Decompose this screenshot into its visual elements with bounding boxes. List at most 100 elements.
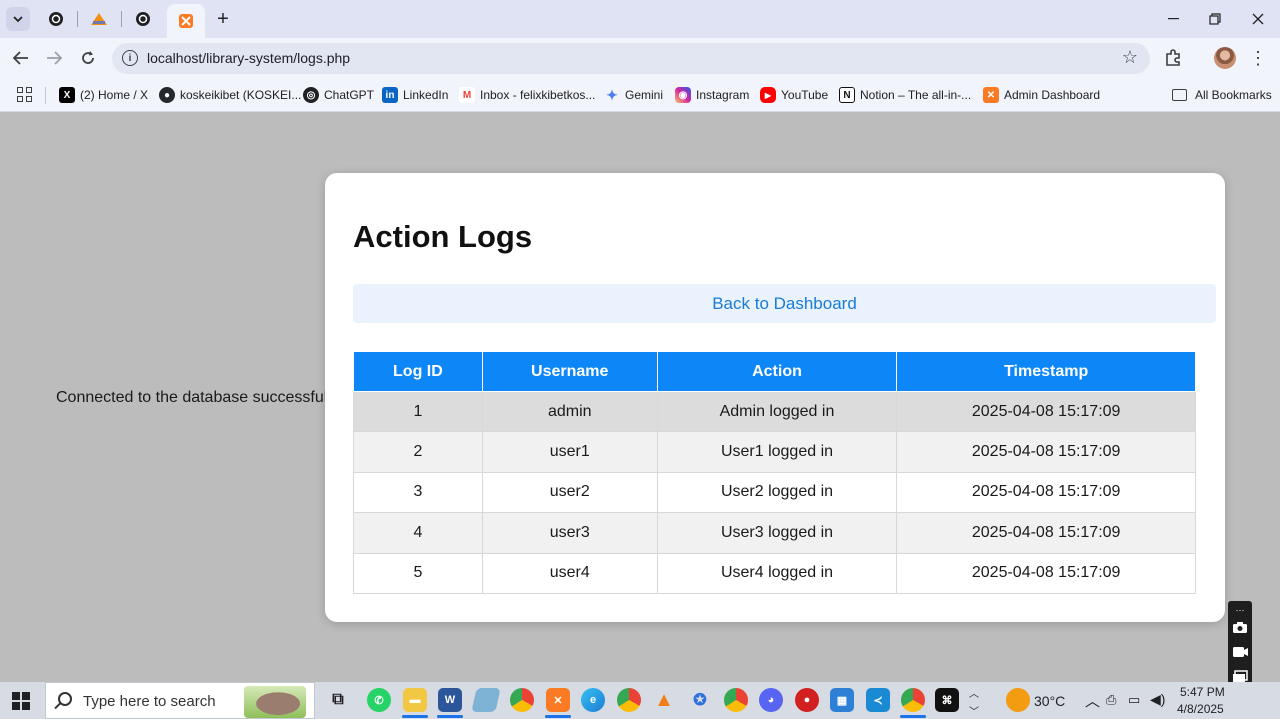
recorder-icon[interactable]: ● — [795, 688, 819, 712]
github-icon: ● — [159, 87, 175, 103]
gemini-icon: ✦ — [606, 86, 618, 103]
youtube-icon: ▶ — [760, 87, 776, 103]
bookmark-star-icon[interactable]: ☆ — [1122, 47, 1138, 68]
bookmark-gemini[interactable]: ✦ Gemini — [604, 85, 663, 105]
forward-button[interactable] — [43, 47, 65, 69]
arrow-left-icon — [13, 51, 28, 65]
minimize-button[interactable] — [1158, 6, 1188, 32]
bookmark-instagram[interactable]: ◉ Instagram — [675, 85, 749, 105]
cell-username: user4 — [481, 552, 658, 594]
chrome-icon[interactable] — [510, 688, 534, 712]
video-icon[interactable] — [1231, 643, 1249, 661]
tab-search-button[interactable] — [6, 7, 30, 31]
xampp-icon: ✕ — [983, 87, 999, 103]
vscode-icon[interactable]: ≺ — [866, 688, 890, 712]
tab-active-xampp[interactable] — [167, 4, 205, 38]
extensions-button[interactable] — [1164, 47, 1186, 69]
tab-chatgpt-1[interactable] — [46, 9, 66, 29]
bookmark-label: Notion – The all-in-... — [860, 88, 972, 102]
vlc-icon[interactable]: ▲ — [652, 688, 676, 712]
camera-icon[interactable] — [1231, 618, 1249, 636]
table-row: 5 user4 User4 logged in 2025-04-08 15:17… — [353, 552, 1196, 594]
notion-icon: N — [839, 87, 855, 103]
more-icon[interactable]: ⋯ — [1231, 601, 1249, 619]
column-header: Action — [656, 351, 898, 392]
cell-timestamp: 2025-04-08 15:17:09 — [896, 390, 1196, 433]
bookmark-x-home[interactable]: X (2) Home / X — [59, 85, 148, 105]
weather-temperature[interactable]: 30°C — [1034, 693, 1065, 709]
running-indicator — [545, 715, 571, 718]
back-button[interactable] — [10, 47, 32, 69]
notes-app-icon[interactable] — [471, 688, 501, 712]
bookmark-label: Admin Dashboard — [1004, 88, 1101, 102]
file-explorer-icon[interactable]: ▬ — [403, 688, 427, 712]
bookmark-label: Gemini — [625, 88, 664, 102]
close-window-button[interactable] — [1243, 6, 1273, 32]
volume-icon[interactable]: ◀) — [1150, 691, 1165, 708]
db-connection-message: Connected to the database successfully! — [56, 389, 344, 406]
back-to-dashboard-link[interactable]: Back to Dashboard — [353, 284, 1216, 323]
windows-start-icon[interactable] — [12, 692, 30, 710]
puzzle-icon — [1166, 49, 1180, 66]
tab-chatgpt-2[interactable] — [133, 9, 153, 29]
xampp-icon[interactable]: ✕ — [546, 688, 570, 712]
taskbar-search-placeholder[interactable]: Type here to search — [83, 693, 216, 710]
task-view-icon[interactable]: ⧉ — [326, 688, 350, 712]
running-indicator — [402, 715, 428, 718]
whatsapp-icon[interactable]: ✆ — [367, 688, 391, 712]
word-icon[interactable]: W — [438, 688, 462, 712]
bookmark-admin-dashboard[interactable]: ✕ Admin Dashboard — [983, 85, 1100, 105]
profile-avatar[interactable] — [1214, 47, 1236, 69]
reload-button[interactable] — [77, 47, 99, 69]
chevron-down-icon — [13, 15, 23, 22]
bookmark-github[interactable]: ● koskeikibet (KOSKEI... — [159, 85, 301, 105]
windows-taskbar: Type here to search ⧉ ✆ ▬ W ✕ e ▲ ✪ ◕ ● … — [0, 682, 1280, 719]
table-row: 4 user3 User3 logged in 2025-04-08 15:17… — [353, 512, 1196, 554]
chrome-profile-icon[interactable] — [617, 688, 641, 712]
address-bar[interactable]: i localhost/library-system/logs.php ☆ — [112, 43, 1150, 74]
app-store-icon[interactable]: ✪ — [688, 688, 712, 712]
weather-icon[interactable] — [1006, 688, 1030, 712]
bookmark-youtube[interactable]: ▶ YouTube — [760, 85, 828, 105]
edge-icon[interactable]: e — [581, 688, 605, 712]
arrow-right-icon — [47, 51, 62, 65]
chatgpt-icon: ◎ — [303, 87, 319, 103]
bookmarks-separator — [45, 87, 46, 104]
maximize-button[interactable] — [1200, 6, 1230, 32]
address-url[interactable]: localhost/library-system/logs.php — [147, 50, 350, 66]
table-row: 1 admin Admin logged in 2025-04-08 15:17… — [353, 390, 1196, 433]
cell-log-id: 4 — [353, 512, 483, 554]
discord-icon[interactable]: ◕ — [759, 688, 783, 712]
bookmark-label: LinkedIn — [403, 88, 449, 102]
cell-timestamp: 2025-04-08 15:17:09 — [896, 512, 1196, 554]
bookmark-label: koskeikibet (KOSKEI... — [180, 88, 302, 102]
show-hidden-icons-icon[interactable]: ︿ — [1085, 690, 1100, 711]
apps-grid-icon[interactable] — [17, 87, 32, 102]
bookmark-label: Inbox - felixkibetkos... — [480, 88, 596, 102]
taskbar-scroll-up-icon[interactable]: ︿ — [969, 685, 979, 700]
cell-username: admin — [481, 390, 658, 433]
taskbar-scroll-down-icon[interactable]: ﹀ — [969, 703, 979, 718]
site-info-icon[interactable]: i — [122, 50, 138, 66]
bookmark-linkedin[interactable]: in LinkedIn — [382, 85, 448, 105]
tab-phpmyadmin[interactable] — [89, 9, 109, 29]
capcut-icon[interactable]: ⌘ — [935, 688, 959, 712]
chrome-profile-2-icon[interactable] — [724, 688, 748, 712]
taskbar-search-box[interactable]: Type here to search — [45, 682, 315, 719]
table-row: 3 user2 User2 logged in 2025-04-08 15:17… — [353, 471, 1196, 514]
browser-menu-button[interactable]: ⋮ — [1249, 47, 1267, 69]
phpmyadmin-icon — [91, 13, 107, 25]
bookmark-notion[interactable]: N Notion – The all-in-... — [839, 85, 971, 105]
bookmark-label: ChatGPT — [324, 88, 375, 102]
chrome-active-icon[interactable] — [901, 688, 925, 712]
bookmark-gmail[interactable]: M Inbox - felixkibetkos... — [459, 85, 595, 105]
meet-now-icon[interactable]: ⎙ — [1106, 692, 1116, 708]
bookmark-chatgpt[interactable]: ◎ ChatGPT — [303, 85, 374, 105]
network-icon[interactable]: ▭ — [1128, 692, 1140, 708]
all-bookmarks-button[interactable]: All Bookmarks — [1172, 85, 1272, 105]
clock-date[interactable]: 4/8/2025 — [1177, 702, 1224, 716]
clock-time[interactable]: 5:47 PM — [1180, 685, 1225, 699]
new-tab-button[interactable]: + — [212, 8, 234, 30]
running-indicator — [437, 715, 463, 718]
microsoft-store-icon[interactable]: ▦ — [830, 688, 854, 712]
